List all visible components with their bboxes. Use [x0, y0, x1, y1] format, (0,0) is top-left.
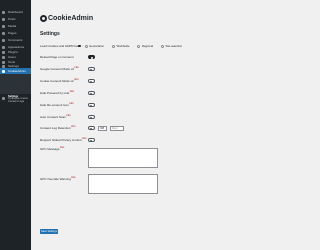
retention-unit-input[interactable]: Days: [110, 125, 124, 131]
reconsent-toggle[interactable]: [88, 103, 95, 107]
retention-days-input[interactable]: 365: [98, 125, 107, 131]
law-option-geolocation[interactable]: Geolocation: [84, 44, 104, 48]
collapse-icon: [2, 97, 5, 100]
setting-row-reconsent: Hide Re-consent IconPRO: [40, 102, 95, 108]
brand-logo: CookieAdmin: [40, 15, 93, 22]
radio-icon: [84, 44, 88, 48]
setting-label: Consent Log RetentionPRO: [40, 126, 76, 130]
setting-row-gpc: Respect Global Privacy ControlPRO: [40, 137, 95, 143]
setting-label: Respect Global Privacy ControlPRO: [40, 138, 87, 142]
setting-row-gpc-message: GPC MessagePRO: [40, 146, 88, 152]
posts-icon: [2, 18, 5, 21]
media-icon: [2, 25, 5, 28]
page-title: Settings: [40, 31, 60, 37]
setting-label: Hide Re-consent IconPRO: [40, 103, 74, 107]
sidebar-item-posts[interactable]: Posts: [0, 16, 31, 23]
gpc-toggle[interactable]: [88, 138, 95, 142]
law-option-site-selection[interactable]: Site selection: [161, 44, 182, 48]
setting-label: GPC Override WarningPRO: [40, 177, 76, 181]
setting-row-auto-scan: Auto Consent ScanPRO: [40, 114, 95, 120]
setting-label: Auto Consent ScanPRO: [40, 115, 71, 119]
dashboard-icon: [2, 11, 5, 14]
setting-label: Google Consent Mode v2PRO: [40, 67, 79, 71]
sidebar-item-comments[interactable]: Comments: [0, 37, 31, 44]
log-retention-toggle[interactable]: [88, 126, 95, 130]
save-settings-button[interactable]: Save Settings: [40, 229, 58, 234]
info-icon: [78, 44, 81, 48]
setting-label: Reload Page on Consent: [40, 55, 74, 59]
gpc-override-textarea[interactable]: [88, 174, 158, 194]
comments-icon: [2, 39, 5, 42]
law-option-worldwide[interactable]: Worldwide: [111, 44, 129, 48]
radio-icon: [111, 44, 115, 48]
powered-by-toggle[interactable]: [88, 91, 95, 95]
setting-row-powered-by: Hide Powered by LinkPRO: [40, 90, 95, 96]
setting-row-cookie-consent: Cookie Consent Mode v2PRO: [40, 78, 95, 84]
setting-label: Hide Powered by LinkPRO: [40, 91, 75, 95]
cookie-logo-icon: [40, 15, 47, 22]
law-row: Load Cookies and GDPR laws Geolocation W…: [40, 43, 188, 49]
gpc-message-textarea[interactable]: [88, 148, 158, 168]
sidebar-item-collapse[interactable]: Collapse menu: [0, 95, 31, 102]
cookie-consent-toggle[interactable]: [88, 79, 95, 83]
auto-scan-toggle[interactable]: [88, 115, 95, 119]
setting-row-google-consent: Google Consent Mode v2PRO: [40, 66, 95, 72]
admin-sidebar: Dashboard Posts Media Pages Comments App…: [0, 0, 31, 250]
setting-label: Cookie Consent Mode v2PRO: [40, 79, 79, 83]
google-consent-toggle[interactable]: [88, 67, 95, 71]
cookie-icon: [2, 69, 5, 73]
law-label: Load Cookies and GDPR laws: [40, 43, 81, 48]
sidebar-item-media[interactable]: Media: [0, 23, 31, 30]
sidebar-item-pages[interactable]: Pages: [0, 30, 31, 37]
radio-icon: [161, 44, 164, 48]
law-option-regional[interactable]: Regional: [137, 44, 153, 48]
setting-label: GPC MessagePRO: [40, 147, 65, 151]
setting-row-reload: Reload Page on Consent: [40, 54, 95, 60]
law-radio-group: Geolocation Worldwide Regional Site sele…: [84, 44, 189, 48]
setting-row-log-retention: Consent Log RetentionPRO 365 Days: [40, 125, 124, 131]
pages-icon: [2, 32, 5, 35]
submenu-consent-logs[interactable]: Consent Logs: [0, 89, 31, 103]
radio-icon: [137, 44, 141, 48]
sidebar-item-dashboard[interactable]: Dashboard: [0, 9, 31, 16]
setting-row-gpc-override: GPC Override WarningPRO: [40, 176, 88, 182]
brand-name: CookieAdmin: [48, 15, 94, 22]
reload-toggle[interactable]: [88, 55, 95, 59]
